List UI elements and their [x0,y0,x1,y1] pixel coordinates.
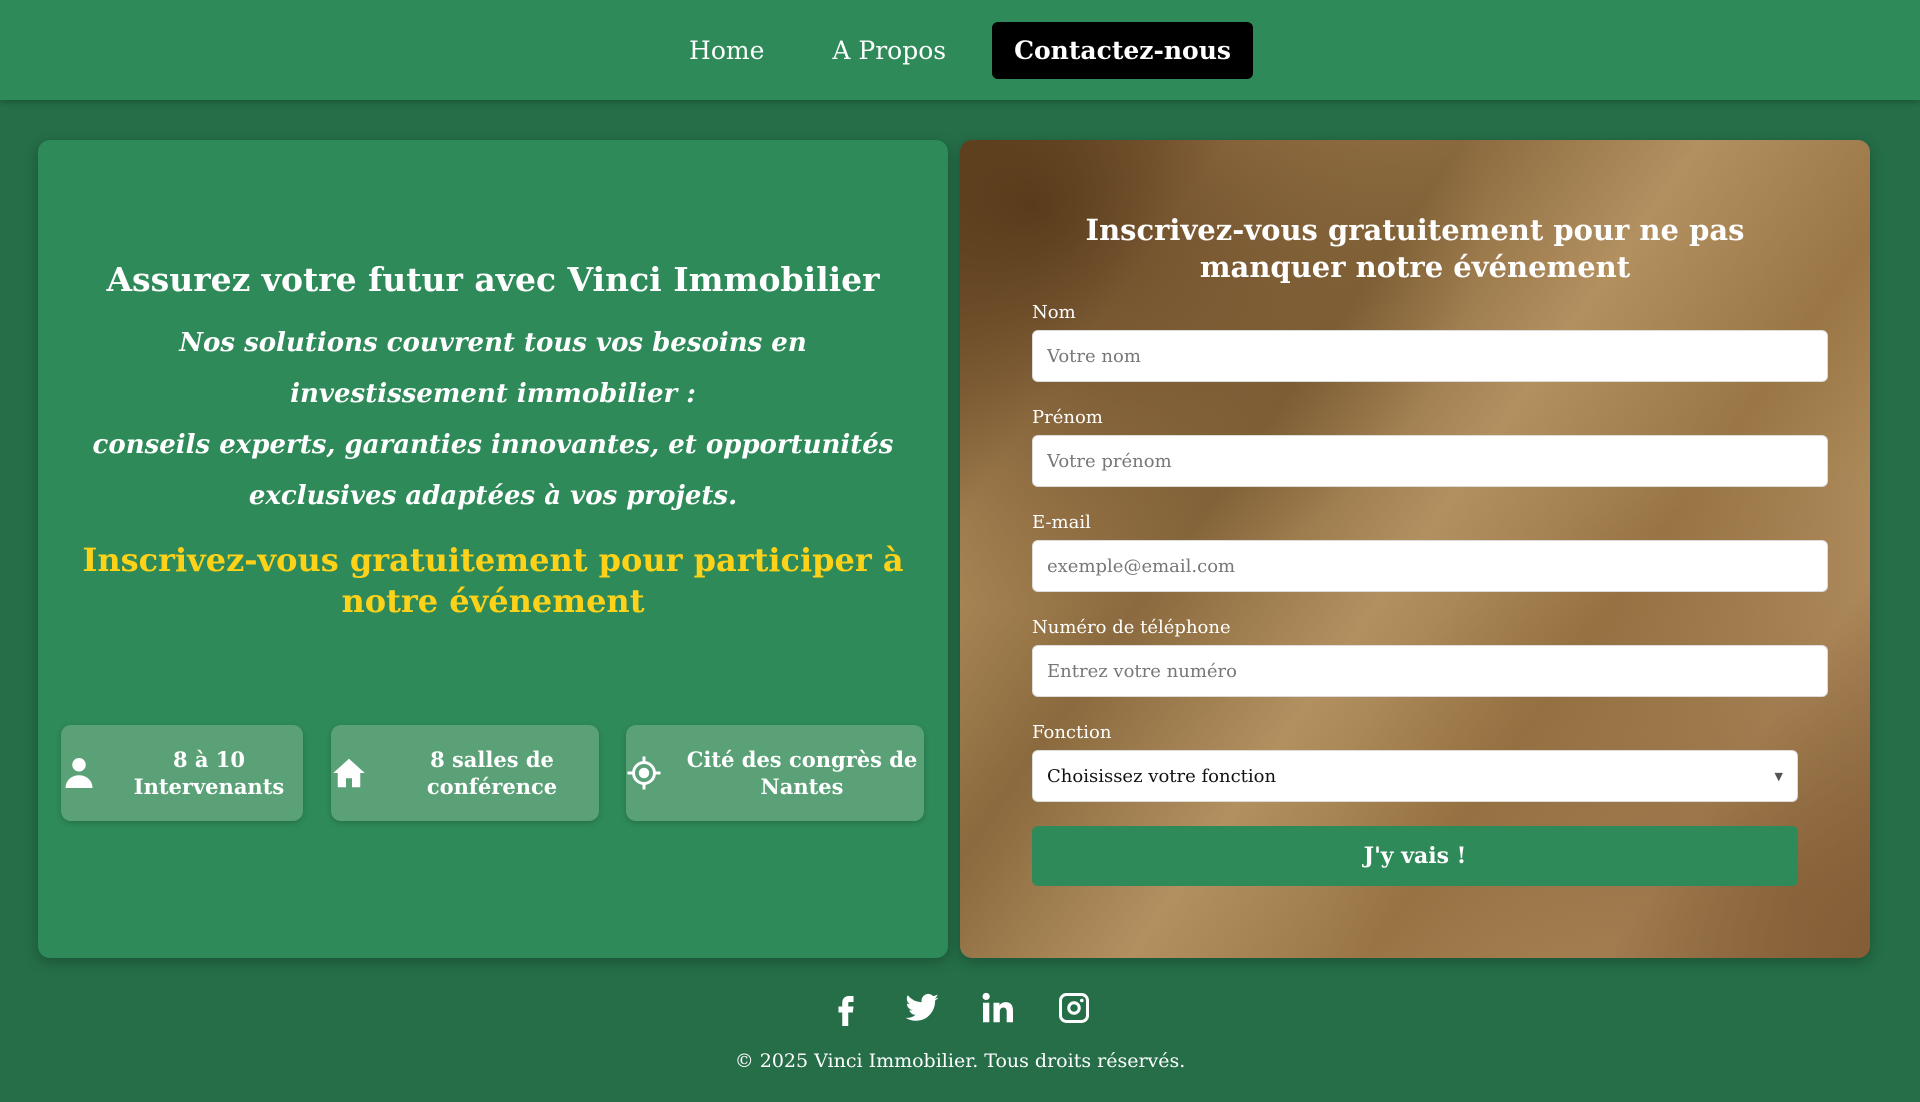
telephone-input[interactable] [1032,645,1828,697]
registration-form-card: Inscrivez-vous gratuitement pour ne pas … [960,140,1870,958]
hero-cta-text: Inscrivez-vous gratuitement pour partici… [82,541,904,620]
feature-speakers: 8 à 10 Intervenants [61,725,303,821]
facebook-icon[interactable] [828,990,864,1026]
telephone-label: Numéro de téléphone [1032,617,1231,638]
feature-location: Cité des congrès de Nantes [626,725,924,821]
linkedin-icon[interactable] [980,990,1016,1026]
twitter-icon[interactable] [904,990,940,1026]
hero-description-line-1: Nos solutions couvrent tous vos besoins … [179,328,807,409]
top-navbar: Home A Propos Contactez-nous [0,0,1920,100]
nom-input[interactable] [1032,330,1828,382]
prenom-input[interactable] [1032,435,1828,487]
feature-location-text: Cité des congrès de Nantes [686,747,918,799]
fonction-select[interactable]: Choisissez votre fonction ▼ [1032,750,1798,802]
copyright-text: © 2025 Vinci Immobilier. Tous droits rés… [734,1050,1186,1072]
feature-speakers-text: 8 à 10 Intervenants [133,747,285,799]
submit-button[interactable]: J'y vais ! [1032,826,1798,886]
feature-rooms: 8 salles de conférence [331,725,599,821]
hero-description: Nos solutions couvrent tous vos besoins … [68,318,918,522]
form-title: Inscrivez-vous gratuitement pour ne pas … [1085,213,1745,284]
chevron-down-icon: ▼ [1774,769,1783,783]
nav-home[interactable]: Home [667,22,786,79]
fonction-label: Fonction [1032,722,1112,743]
fonction-selected-value: Choisissez votre fonction [1047,765,1277,787]
hero-card: Assurez votre futur avec Vinci Immobilie… [38,140,948,958]
house-icon [333,758,365,788]
social-links [0,990,1920,1026]
location-target-icon [627,756,661,790]
instagram-icon[interactable] [1056,990,1092,1026]
email-input[interactable] [1032,540,1828,592]
footer: © 2025 Vinci Immobilier. Tous droits rés… [0,990,1920,1072]
nom-label: Nom [1032,302,1076,323]
email-label: E-mail [1032,512,1091,533]
nav-a-propos[interactable]: A Propos [810,22,968,79]
main-content: Assurez votre futur avec Vinci Immobilie… [0,100,1920,960]
person-icon [65,758,93,788]
hero-title: Assurez votre futur avec Vinci Immobilie… [106,260,880,299]
prenom-label: Prénom [1032,407,1103,428]
nav-contactez-nous[interactable]: Contactez-nous [992,21,1253,79]
hero-description-line-2: conseils experts, garanties innovantes, … [92,430,894,511]
feature-rooms-text: 8 salles de conférence [426,747,558,799]
